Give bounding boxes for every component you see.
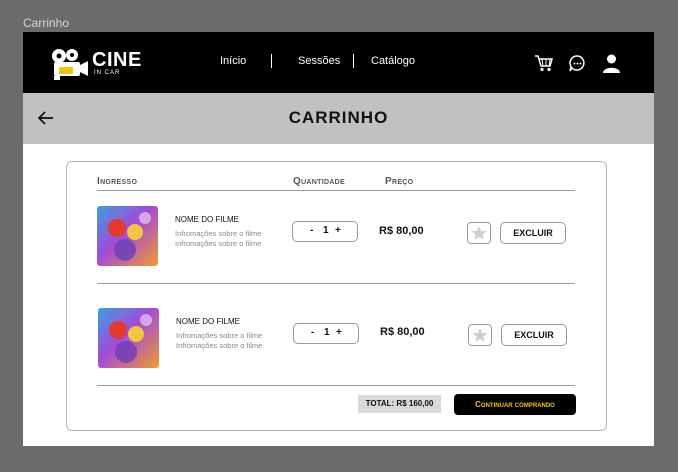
chat-icon[interactable]	[568, 54, 587, 78]
quantity-value: 1	[324, 327, 330, 338]
header-price: Preço	[385, 176, 414, 187]
movie-name: NOME DO FILME	[175, 215, 240, 224]
cart-icon[interactable]	[534, 54, 554, 77]
brand-tagline: IN CAR	[94, 70, 121, 76]
item-price: R$ 80,00	[380, 326, 425, 338]
favorite-button[interactable]	[467, 222, 491, 244]
star-icon	[471, 226, 487, 240]
nav-link-catalogo[interactable]: Catálogo	[371, 55, 415, 67]
movie-info: Infromações sobre o filme	[176, 331, 263, 340]
quantity-stepper: - 1 +	[293, 323, 359, 344]
row-divider	[97, 385, 575, 386]
movie-name: NOME DO FILME	[176, 317, 241, 326]
decrement-button[interactable]: -	[311, 327, 314, 338]
nav-divider	[353, 54, 354, 68]
header-ticket: Ingresso	[97, 176, 138, 187]
cart-panel: Ingresso Quantidade Preço NOME DO FILME …	[66, 161, 607, 431]
nav-link-sessoes[interactable]: Sessões	[298, 55, 340, 67]
brand-name: CINE	[92, 49, 142, 71]
decrement-button[interactable]: -	[310, 225, 313, 236]
movie-info: Infromações sobre o filme	[175, 229, 262, 238]
increment-button[interactable]: +	[335, 225, 341, 236]
nav-link-inicio[interactable]: Início	[220, 55, 246, 67]
page-header: CARRINHO	[23, 93, 654, 144]
movie-info: Infromações sobre o filme	[176, 341, 263, 350]
quantity-value: 1	[323, 225, 329, 236]
item-price: R$ 80,00	[379, 225, 424, 237]
star-icon	[472, 328, 488, 342]
movie-info: Infromações sobre o filme	[175, 239, 262, 248]
brand-logo[interactable]: CINE IN CAR	[50, 47, 145, 81]
delete-button[interactable]: EXCLUIR	[500, 222, 566, 244]
header-quantity: Quantidade	[293, 176, 345, 187]
app-frame: CINE IN CAR Início Sessões Catálogo CARR…	[23, 32, 654, 446]
top-navbar: CINE IN CAR Início Sessões Catálogo	[23, 32, 654, 93]
user-icon[interactable]	[602, 54, 621, 78]
frame-label: Carrinho	[23, 16, 70, 30]
cart-total: TOTAL: R$ 160,00	[358, 395, 441, 413]
row-divider	[97, 283, 575, 284]
page-title: CARRINHO	[288, 108, 389, 127]
continue-shopping-button[interactable]: Continuar comprando	[454, 394, 576, 415]
film-camera-icon	[52, 49, 88, 80]
movie-poster	[98, 308, 159, 368]
nav-divider	[271, 54, 272, 68]
movie-poster	[97, 206, 158, 266]
increment-button[interactable]: +	[336, 327, 342, 338]
delete-button[interactable]: EXCLUIR	[501, 324, 567, 346]
quantity-stepper: - 1 +	[292, 221, 358, 242]
header-divider	[97, 190, 575, 191]
favorite-button[interactable]	[468, 324, 492, 346]
